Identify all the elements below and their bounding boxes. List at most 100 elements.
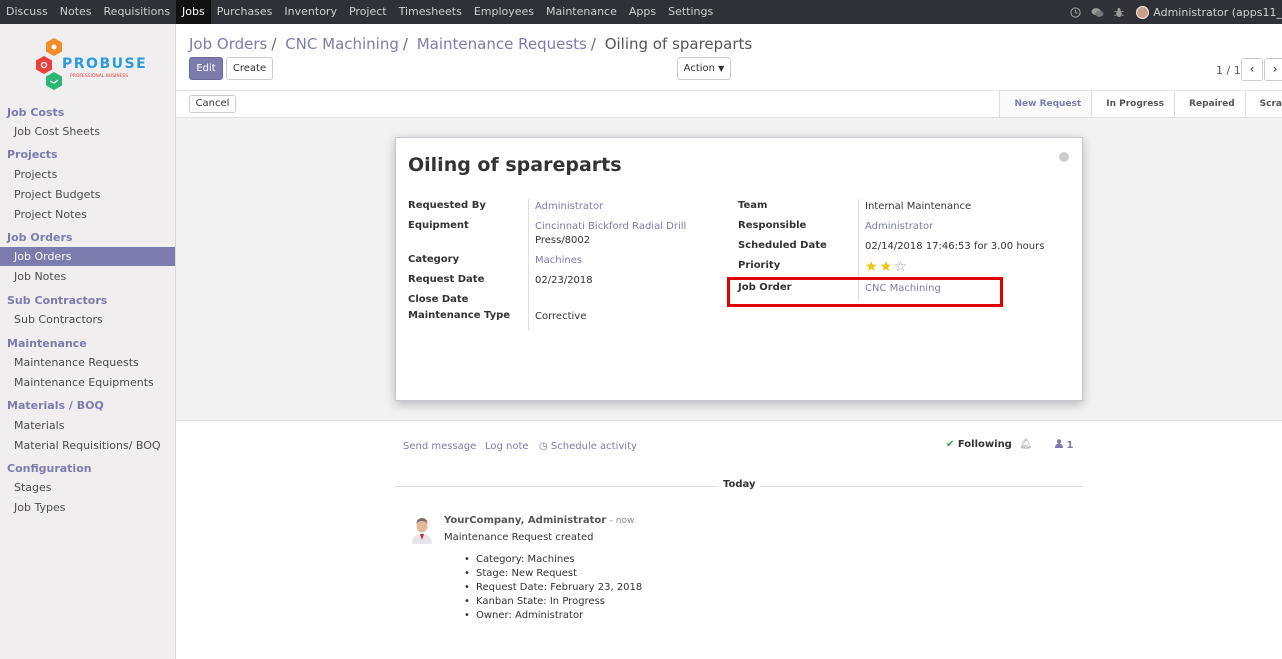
schedule-activity-button[interactable]: ◷ Schedule activity	[539, 441, 637, 452]
menu-requisitions[interactable]: Requisitions	[98, 0, 177, 24]
kanban-state-indicator[interactable]	[1059, 152, 1069, 162]
sidebar-section-projects: Projects	[7, 148, 58, 161]
scheduled-date-value: 02/14/2018 17:46:53	[865, 241, 971, 252]
caret-down-icon: ▼	[718, 64, 725, 73]
stage-repaired[interactable]: Repaired	[1174, 91, 1245, 117]
menu-jobs[interactable]: Jobs	[176, 0, 211, 24]
clock-icon[interactable]	[1064, 0, 1086, 24]
app-menu: Discuss Notes Requisitions Jobs Purchase…	[0, 0, 719, 24]
chevron-left-icon: ‹	[1249, 62, 1255, 76]
stage-new-request[interactable]: New Request	[999, 91, 1092, 117]
priority-star-2-icon[interactable]: ★	[880, 259, 895, 275]
equipment-value-line2: Press/8002	[535, 235, 591, 246]
equipment-value[interactable]: Cincinnati Bickford Radial Drill	[535, 220, 686, 234]
menu-employees[interactable]: Employees	[468, 0, 540, 24]
sidebar-item-job-cost-sheets[interactable]: Job Cost Sheets	[0, 122, 175, 141]
list-item: Request Date: February 23, 2018	[462, 581, 642, 595]
author-name[interactable]: YourCompany, Administrator	[444, 515, 606, 526]
chat-bubbles-icon[interactable]	[1086, 0, 1108, 24]
sidebar-item-job-notes[interactable]: Job Notes	[0, 267, 175, 286]
chevron-right-icon: ›	[1272, 62, 1278, 76]
request-date-label: Request Date	[408, 274, 485, 285]
sidebar-item-maintenance-requests[interactable]: Maintenance Requests	[0, 353, 175, 372]
maintenance-type-label: Maintenance Type	[408, 310, 511, 321]
responsible-label: Responsible	[738, 220, 807, 231]
sidebar-item-stages[interactable]: Stages	[0, 478, 175, 497]
category-label: Category	[408, 254, 460, 265]
menu-purchases[interactable]: Purchases	[211, 0, 279, 24]
sidebar-item-job-types[interactable]: Job Types	[0, 498, 175, 517]
action-dropdown[interactable]: Action ▼	[677, 57, 731, 80]
pager-previous-button[interactable]: ‹	[1241, 58, 1263, 81]
scheduled-date-row: 02/14/2018 17:46:53 for 3.00 hours	[865, 240, 1044, 254]
cancel-button[interactable]: Cancel	[189, 95, 236, 113]
breadcrumb-job-orders[interactable]: Job Orders	[189, 35, 267, 53]
priority-star-3-icon[interactable]: ☆	[894, 259, 909, 275]
requested-by-label: Requested By	[408, 200, 486, 211]
list-item: Owner: Administrator	[462, 609, 642, 623]
following-button[interactable]: ✔ Following 🔔︎	[946, 439, 1032, 450]
author-avatar[interactable]	[410, 516, 434, 544]
top-navbar: Discuss Notes Requisitions Jobs Purchase…	[0, 0, 1282, 24]
breadcrumb-maintenance-requests[interactable]: Maintenance Requests	[417, 35, 587, 53]
responsible-value[interactable]: Administrator	[865, 220, 933, 234]
equipment-label: Equipment	[408, 220, 469, 231]
hours-word: hours	[1016, 241, 1045, 252]
sidebar-item-material-requisitions[interactable]: Material Requisitions/ BOQ	[0, 436, 175, 455]
log-note-button[interactable]: Log note	[485, 441, 529, 452]
sidebar-item-job-orders[interactable]: Job Orders	[0, 247, 175, 266]
sidebar-item-maintenance-equipments[interactable]: Maintenance Equipments	[0, 373, 175, 392]
svg-text:PROFESSIONAL BUSINESS: PROFESSIONAL BUSINESS	[70, 73, 128, 79]
team-value: Internal Maintenance	[865, 201, 972, 212]
schedule-activity-label: Schedule activity	[550, 441, 637, 452]
sidebar-item-project-notes[interactable]: Project Notes	[0, 205, 175, 224]
user-avatar	[1136, 5, 1150, 19]
menu-discuss[interactable]: Discuss	[0, 0, 54, 24]
team-label: Team	[738, 200, 768, 211]
message-time: - now	[609, 516, 635, 526]
stage-scrap[interactable]: Scra	[1244, 91, 1282, 117]
followers-button[interactable]: 1	[1055, 439, 1073, 451]
stage-pipeline: New Request In Progress Repaired Scra	[999, 91, 1282, 117]
menu-apps[interactable]: Apps	[623, 0, 662, 24]
send-message-button[interactable]: Send message	[403, 441, 476, 452]
menu-timesheets[interactable]: Timesheets	[393, 0, 468, 24]
company-logo: PROBUSE PROFESSIONAL BUSINESS	[34, 36, 146, 92]
close-date-label: Close Date	[408, 294, 469, 305]
bug-icon[interactable]	[1108, 0, 1130, 24]
bell-icon: 🔔︎	[1019, 439, 1033, 450]
list-item: Stage: New Request	[462, 567, 642, 581]
pager-next-button[interactable]: ›	[1264, 58, 1282, 81]
action-label: Action	[683, 63, 715, 74]
systray: Administrator (apps11_	[1064, 0, 1282, 24]
edit-button[interactable]: Edit	[189, 57, 223, 80]
request-date-value: 02/23/2018	[535, 275, 593, 286]
breadcrumb: Job Orders / CNC Machining / Maintenance R…	[189, 35, 753, 53]
menu-notes[interactable]: Notes	[54, 0, 98, 24]
check-icon: ✔	[946, 439, 955, 450]
menu-inventory[interactable]: Inventory	[278, 0, 343, 24]
requested-by-value[interactable]: Administrator	[535, 200, 603, 214]
create-button[interactable]: Create	[226, 57, 273, 80]
list-item: Kanban State: In Progress	[462, 595, 642, 609]
tracking-values-list: Category: Machines Stage: New Request Re…	[462, 553, 642, 623]
duration-value: 3.00	[990, 241, 1014, 252]
stage-in-progress[interactable]: In Progress	[1091, 91, 1174, 117]
pager-value: 1 / 1	[1216, 64, 1241, 77]
menu-maintenance[interactable]: Maintenance	[540, 0, 623, 24]
sidebar-item-project-budgets[interactable]: Project Budgets	[0, 185, 175, 204]
breadcrumb-current: Oiling of spareparts	[604, 35, 753, 53]
sidebar-item-materials[interactable]: Materials	[0, 416, 175, 435]
menu-settings[interactable]: Settings	[662, 0, 719, 24]
sidebar-section-configuration: Configuration	[7, 462, 92, 475]
sidebar-item-projects[interactable]: Projects	[0, 165, 175, 184]
priority-star-1-icon[interactable]: ★	[865, 259, 880, 275]
scheduled-date-label: Scheduled Date	[738, 240, 827, 251]
sidebar-item-sub-contractors[interactable]: Sub Contractors	[0, 310, 175, 329]
category-value[interactable]: Machines	[535, 254, 582, 268]
following-label: Following	[957, 439, 1012, 450]
menu-project[interactable]: Project	[343, 0, 393, 24]
followers-count: 1	[1066, 440, 1074, 451]
user-menu[interactable]: Administrator (apps11_	[1130, 5, 1282, 19]
breadcrumb-cnc-machining[interactable]: CNC Machining	[285, 35, 399, 53]
